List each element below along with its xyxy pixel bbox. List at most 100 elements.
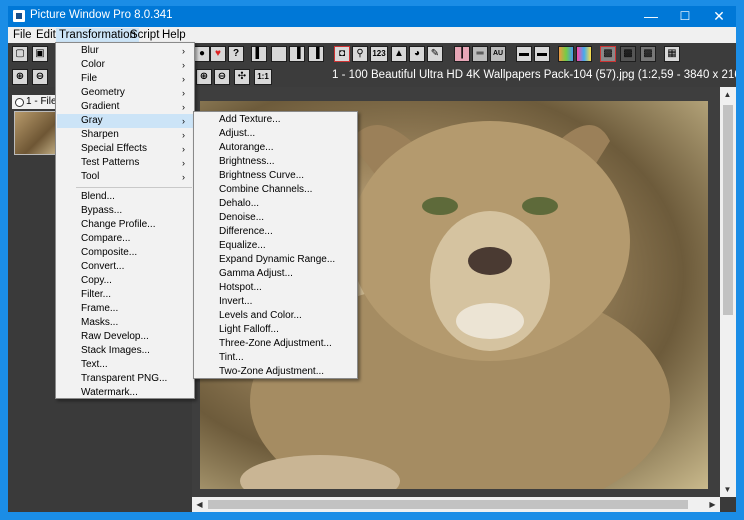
menu-item-filter[interactable]: Filter... xyxy=(57,288,193,302)
menu-script[interactable]: Script xyxy=(127,28,162,42)
transformation-menu: Blur › Color › File › Geometry › Gradient › G… xyxy=(55,42,195,399)
favorites-heart-icon[interactable]: ♥ xyxy=(210,46,226,62)
menu-item-raw-develop[interactable]: Raw Develop... xyxy=(57,330,193,344)
image-caption: 1 - 100 Beautiful Ultra HD 4K Wallpapers… xyxy=(332,69,736,81)
menu-item-dehalo[interactable]: Dehalo... xyxy=(195,197,356,211)
mask-overlay-3-icon[interactable]: ▩ xyxy=(640,46,656,62)
menu-item-two-zone-adjustment[interactable]: Two-Zone Adjustment... xyxy=(195,365,356,379)
zoom-in-icon[interactable]: ⊕ xyxy=(12,69,28,85)
menu-item-autorange[interactable]: Autorange... xyxy=(195,141,356,155)
menu-item-composite[interactable]: Composite... xyxy=(57,246,193,260)
menu-item-adjust[interactable]: Adjust... xyxy=(195,127,356,141)
help-icon[interactable]: ? xyxy=(228,46,244,62)
menu-item-levels-and-color[interactable]: Levels and Color... xyxy=(195,309,356,323)
menu-item-gamma-adjust[interactable]: Gamma Adjust... xyxy=(195,267,356,281)
color-mix-icon[interactable] xyxy=(576,46,592,62)
maximize-button[interactable]: ☐ xyxy=(668,6,702,27)
menu-item-gradient[interactable]: Gradient › xyxy=(57,100,193,114)
menu-item-three-zone-adjustment[interactable]: Three-Zone Adjustment... xyxy=(195,337,356,351)
guides-icon[interactable]: ┃ xyxy=(454,46,470,62)
menu-item-label: Blur xyxy=(81,45,99,56)
menu-item-test-patterns[interactable]: Test Patterns › xyxy=(57,156,193,170)
menu-edit[interactable]: Edit xyxy=(33,28,59,42)
vertical-scrollbar[interactable]: ▲ ▼ xyxy=(720,87,736,497)
minimize-button[interactable]: — xyxy=(634,6,668,27)
title-bar[interactable]: Picture Window Pro 8.0.341 — ☐ ✕ xyxy=(8,6,736,27)
menu-item-label: Test Patterns xyxy=(81,157,140,168)
menu-file[interactable]: File xyxy=(10,28,35,42)
mask-overlay-2-icon[interactable]: ▩ xyxy=(620,46,636,62)
menu-item-tint[interactable]: Tint... xyxy=(195,351,356,365)
submenu-arrow-icon: › xyxy=(182,130,185,140)
menu-item-blur[interactable]: Blur › xyxy=(57,44,193,58)
menu-item-stack-images[interactable]: Stack Images... xyxy=(57,344,193,358)
histogram-icon[interactable]: ▲ xyxy=(391,46,407,62)
mask-overlay-1-icon[interactable]: ▩ xyxy=(600,46,616,62)
zoom-actual-size-button[interactable]: 1:1 xyxy=(254,69,272,85)
auto-icon[interactable]: AU xyxy=(490,46,506,62)
palette-icon[interactable]: ◕ xyxy=(409,46,425,62)
close-button[interactable]: ✕ xyxy=(702,6,736,27)
menu-item-hotspot[interactable]: Hotspot... xyxy=(195,281,356,295)
count-icon[interactable]: 123 xyxy=(370,46,388,62)
menu-item-color[interactable]: Color › xyxy=(57,58,193,72)
open-file-icon[interactable]: ▣ xyxy=(32,46,48,62)
grid-lines-icon[interactable]: ═ xyxy=(472,46,488,62)
vertical-scroll-thumb[interactable] xyxy=(723,105,733,315)
horizontal-scroll-thumb[interactable] xyxy=(208,500,688,509)
color-channels-icon[interactable] xyxy=(558,46,574,62)
panel-blank-icon[interactable] xyxy=(271,46,287,62)
zoom-out-main-icon[interactable]: ⊖ xyxy=(214,69,230,85)
magnifier-icon[interactable]: ⚲ xyxy=(352,46,368,62)
menu-item-light-falloff[interactable]: Light Falloff... xyxy=(195,323,356,337)
menu-item-add-texture[interactable]: Add Texture... xyxy=(195,113,356,127)
menu-item-equalize[interactable]: Equalize... xyxy=(195,239,356,253)
menu-item-special-effects[interactable]: Special Effects › xyxy=(57,142,193,156)
panel-right-icon[interactable]: ▐ xyxy=(308,46,324,62)
fit-to-window-icon[interactable]: ✣ xyxy=(234,69,250,85)
pencil-icon[interactable]: ✎ xyxy=(427,46,443,62)
scroll-left-icon[interactable]: ◀ xyxy=(192,497,207,512)
menu-item-geometry[interactable]: Geometry › xyxy=(57,86,193,100)
menu-item-invert[interactable]: Invert... xyxy=(195,295,356,309)
face-icon[interactable]: ● xyxy=(194,46,210,62)
menu-item-convert[interactable]: Convert... xyxy=(57,260,193,274)
scroll-down-icon[interactable]: ▼ xyxy=(720,482,735,497)
menu-item-text[interactable]: Text... xyxy=(57,358,193,372)
menu-item-file[interactable]: File › xyxy=(57,72,193,86)
radio-icon[interactable] xyxy=(15,98,24,107)
zoom-out-icon[interactable]: ⊖ xyxy=(32,69,48,85)
menu-item-masks[interactable]: Masks... xyxy=(57,316,193,330)
menu-item-transparent-png[interactable]: Transparent PNG... xyxy=(57,372,193,386)
menu-item-tool[interactable]: Tool › xyxy=(57,170,193,184)
menu-item-combine-channels[interactable]: Combine Channels... xyxy=(195,183,356,197)
menu-item-expand-dynamic-range[interactable]: Expand Dynamic Range... xyxy=(195,253,356,267)
image-thumbnail[interactable] xyxy=(14,111,60,155)
zoom-in-main-icon[interactable]: ⊕ xyxy=(196,69,212,85)
menu-item-sharpen[interactable]: Sharpen › xyxy=(57,128,193,142)
menu-help[interactable]: Help xyxy=(159,28,189,42)
menu-item-compare[interactable]: Compare... xyxy=(57,232,193,246)
mouse-icon[interactable]: ◘ xyxy=(334,46,350,62)
menu-item-brightness-curve[interactable]: Brightness Curve... xyxy=(195,169,356,183)
horizontal-scrollbar[interactable]: ◀ ▶ xyxy=(192,497,720,512)
panel-split-icon[interactable]: ▐ xyxy=(289,46,305,62)
menu-item-bypass[interactable]: Bypass... xyxy=(57,204,193,218)
new-window-icon[interactable]: ▢ xyxy=(12,46,28,62)
menu-item-watermark[interactable]: Watermark... xyxy=(57,386,193,400)
menu-item-difference[interactable]: Difference... xyxy=(195,225,356,239)
display-mode-1-icon[interactable]: ▬ xyxy=(516,46,532,62)
menu-item-brightness[interactable]: Brightness... xyxy=(195,155,356,169)
scroll-right-icon[interactable]: ▶ xyxy=(705,497,720,512)
display-mode-2-icon[interactable]: ▬ xyxy=(534,46,550,62)
menu-item-frame[interactable]: Frame... xyxy=(57,302,193,316)
panel-left-icon[interactable]: ▌ xyxy=(251,46,267,62)
menu-item-label: Tool xyxy=(81,171,100,182)
menu-item-change-profile[interactable]: Change Profile... xyxy=(57,218,193,232)
menu-item-denoise[interactable]: Denoise... xyxy=(195,211,356,225)
menu-item-blend[interactable]: Blend... xyxy=(57,190,193,204)
scroll-up-icon[interactable]: ▲ xyxy=(720,87,735,102)
menu-item-copy[interactable]: Copy... xyxy=(57,274,193,288)
grid-icon[interactable]: ▦ xyxy=(664,46,680,62)
menu-item-gray[interactable]: Gray › xyxy=(57,114,193,128)
